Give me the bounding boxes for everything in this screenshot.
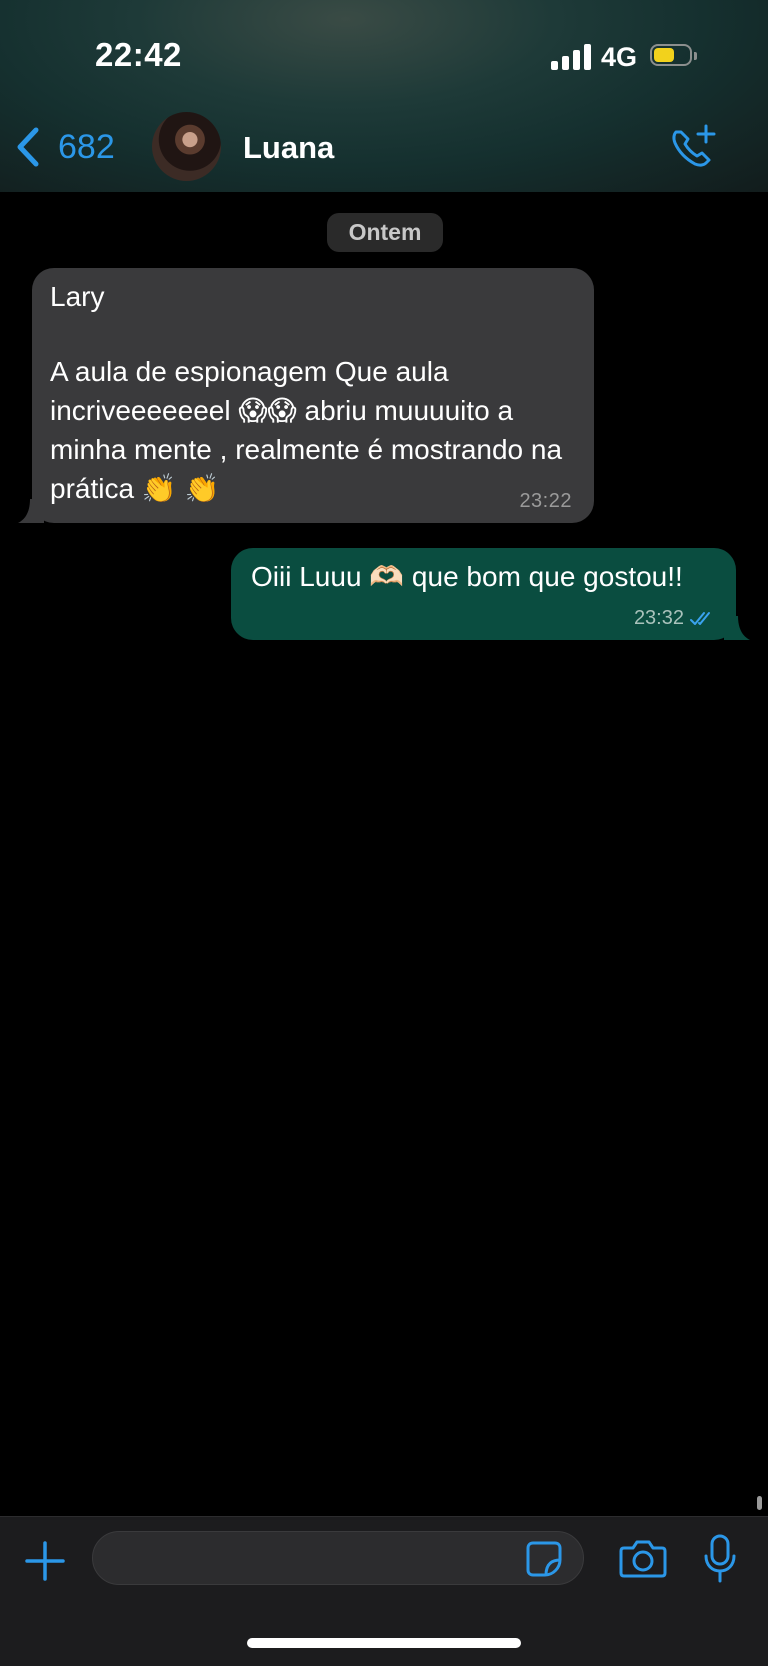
battery-icon [650,44,698,68]
status-time: 22:42 [95,36,182,73]
network-type: 4G [601,42,638,72]
message-sender: Lary [50,281,105,312]
microphone-icon[interactable] [703,1534,737,1584]
message-input-container[interactable] [92,1531,584,1586]
message-text: Oiii Luuu 🫶🏻 que bom que gostou!! [251,561,683,592]
date-separator: Ontem [327,213,443,252]
chat-header: 22:42 4G 682 Luana [0,0,768,192]
chevron-left-icon [17,127,39,167]
add-call-icon[interactable] [668,124,718,170]
outgoing-message[interactable]: Oiii Luuu 🫶🏻 que bom que gostou!! 23:32 [231,548,750,640]
bubble-tail [724,616,750,640]
read-receipt-icon [690,611,710,625]
back-button[interactable]: 682 [14,126,115,168]
incoming-message[interactable]: Lary A aula de espionagem Que aula incri… [18,268,594,523]
contact-name[interactable]: Luana [243,130,334,166]
message-text: A aula de espionagem Que aula incriveeee… [50,356,570,504]
unread-count: 682 [58,127,115,166]
scrollbar[interactable] [757,1496,762,1510]
camera-icon[interactable] [619,1538,667,1578]
avatar[interactable] [152,112,221,181]
message-input[interactable] [113,1532,497,1586]
message-time: 23:32 [633,607,684,629]
signal-icon [551,44,591,70]
message-time: 23:22 [519,490,572,512]
plus-icon[interactable] [24,1540,66,1582]
message-meta: 23:32 [634,607,716,630]
home-indicator[interactable] [247,1638,521,1648]
bubble-tail [18,499,44,523]
sticker-icon[interactable] [525,1540,563,1578]
